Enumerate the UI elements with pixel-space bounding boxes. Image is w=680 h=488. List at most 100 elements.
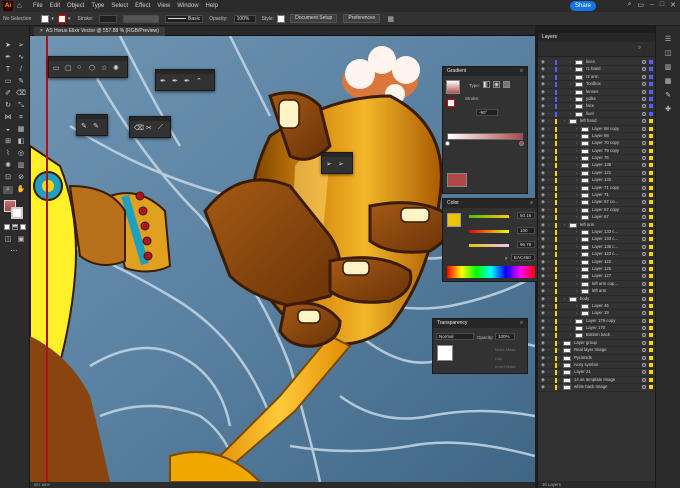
selection-square[interactable] (649, 215, 653, 220)
slice-tool-icon[interactable]: ⊘ (16, 174, 26, 182)
menu-help[interactable]: Help (206, 3, 218, 9)
target-icon[interactable] (642, 229, 646, 234)
visibility-eye-icon[interactable]: ◉ (541, 207, 546, 213)
perspective-grid-tool-icon[interactable]: ▦ (16, 126, 26, 134)
panel-menu-icon[interactable]: ≡ (520, 319, 523, 328)
target-icon[interactable] (642, 259, 646, 264)
selection-square[interactable] (649, 355, 653, 360)
gradient-tool-icon[interactable]: ◧ (16, 138, 26, 146)
expand-chevron-icon[interactable]: › (576, 273, 577, 279)
visibility-eye-icon[interactable]: ◉ (541, 148, 546, 154)
lock-icon[interactable]: ▫ (548, 340, 553, 346)
visibility-eye-icon[interactable]: ◉ (541, 236, 546, 242)
visibility-eye-icon[interactable]: ◉ (541, 355, 546, 361)
visibility-eye-icon[interactable]: ◉ (541, 229, 546, 235)
lock-icon[interactable]: ▫ (548, 355, 553, 361)
menu-file[interactable]: File (33, 3, 43, 9)
type-tool-icon[interactable]: T (3, 66, 13, 74)
visibility-eye-icon[interactable]: ◉ (541, 347, 546, 353)
shaper-tool-icon[interactable]: ✐ (3, 90, 13, 98)
arrange-documents-icon[interactable]: ▦ (387, 15, 394, 23)
lock-icon[interactable]: ▫ (548, 89, 553, 95)
gradient-stop-right[interactable] (519, 141, 524, 146)
target-icon[interactable] (642, 89, 646, 94)
stroke-weight-field[interactable] (99, 14, 118, 23)
expand-chevron-icon[interactable]: › (570, 332, 571, 338)
expand-chevron-icon[interactable]: › (576, 133, 577, 139)
lock-icon[interactable]: ▫ (548, 207, 553, 213)
rectangle-tool-icon[interactable]: ▭ (3, 78, 13, 86)
selection-square[interactable] (649, 193, 653, 198)
lock-icon[interactable]: ▫ (548, 81, 553, 87)
expand-chevron-icon[interactable]: › (576, 303, 577, 309)
selection-square[interactable] (649, 163, 653, 168)
expand-chevron-icon[interactable]: › (576, 259, 577, 265)
chevron-down-icon[interactable]: ▾ (51, 16, 54, 22)
visibility-eye-icon[interactable]: ◉ (541, 296, 546, 302)
visibility-eye-icon[interactable]: ◉ (541, 362, 546, 368)
selection-square[interactable] (649, 340, 653, 345)
target-icon[interactable] (642, 156, 646, 161)
lock-icon[interactable]: ▫ (548, 273, 553, 279)
selection-square[interactable] (649, 119, 653, 124)
selection-square[interactable] (649, 111, 653, 116)
selection-square[interactable] (649, 156, 653, 161)
target-icon[interactable] (642, 348, 646, 353)
target-icon[interactable] (642, 296, 646, 301)
selection-square[interactable] (649, 74, 653, 79)
visibility-eye-icon[interactable]: ◉ (541, 192, 546, 198)
lock-icon[interactable]: ▫ (548, 192, 553, 198)
target-icon[interactable] (642, 111, 646, 116)
selection-square[interactable] (649, 311, 653, 316)
selection-square[interactable] (649, 148, 653, 153)
layer-row[interactable]: ◉ ▫ › Layer 127 (538, 273, 656, 281)
layer-row[interactable]: ◉ ▫ › Layer 170 (538, 325, 656, 333)
target-icon[interactable] (642, 74, 646, 79)
green-slider[interactable] (469, 230, 509, 233)
selection-square[interactable] (649, 252, 653, 257)
share-button[interactable]: Share (569, 1, 596, 11)
add-anchor-icon[interactable]: ✒ (172, 77, 178, 85)
gradient-color-swatch[interactable] (447, 173, 467, 187)
lock-icon[interactable]: ▫ (548, 118, 553, 124)
selection-square[interactable] (649, 82, 653, 87)
layer-row[interactable]: ◉ ▫ › left arm (538, 222, 656, 229)
visibility-eye-icon[interactable]: ◉ (541, 332, 546, 338)
layers-icon[interactable]: ◫ (663, 50, 673, 58)
lock-icon[interactable]: ▫ (548, 251, 553, 257)
paintbrush-tool-icon[interactable]: ✎ (16, 78, 26, 86)
color-mode-icon[interactable] (4, 224, 10, 230)
preferences-button[interactable]: Preferences (343, 14, 381, 23)
fill-swatch[interactable] (41, 14, 50, 23)
delete-anchor-icon[interactable]: ✒ (184, 77, 190, 85)
selection-square[interactable] (649, 363, 653, 368)
selection-square[interactable] (649, 377, 653, 382)
selection-square[interactable] (649, 333, 653, 338)
layer-row[interactable]: ◉ ▫ › Toolbox (538, 81, 656, 89)
target-icon[interactable] (642, 303, 646, 308)
brushes-icon[interactable]: ✎ (663, 92, 673, 100)
selection-square[interactable] (649, 104, 653, 109)
visibility-eye-icon[interactable]: ◉ (541, 377, 546, 383)
target-icon[interactable] (642, 385, 646, 390)
expand-chevron-icon[interactable]: › (558, 362, 559, 368)
target-icon[interactable] (642, 326, 646, 331)
selection-square[interactable] (649, 200, 653, 205)
visibility-eye-icon[interactable]: ◉ (541, 244, 546, 250)
layer-row[interactable]: ◉ ▫ › Layer 176 copy (538, 318, 656, 326)
expand-chevron-icon[interactable]: › (576, 155, 577, 161)
visibility-eye-icon[interactable]: ◉ (541, 214, 546, 220)
selection-square[interactable] (649, 178, 653, 183)
target-icon[interactable] (642, 185, 646, 190)
lock-icon[interactable]: ▫ (548, 133, 553, 139)
expand-chevron-icon[interactable]: › (570, 103, 571, 109)
expand-chevron-icon[interactable]: › (564, 296, 565, 302)
layer-row[interactable]: ◉ ▫ › Layer 121 (538, 170, 656, 178)
target-icon[interactable] (642, 281, 646, 286)
lock-icon[interactable]: ▫ (548, 288, 553, 294)
expand-chevron-icon[interactable]: › (558, 347, 559, 353)
visibility-eye-icon[interactable]: ◉ (541, 118, 546, 124)
star-icon[interactable]: ☆ (101, 64, 107, 72)
rotate-tool-icon[interactable]: ↻ (3, 102, 13, 110)
visibility-eye-icon[interactable]: ◉ (541, 369, 546, 375)
